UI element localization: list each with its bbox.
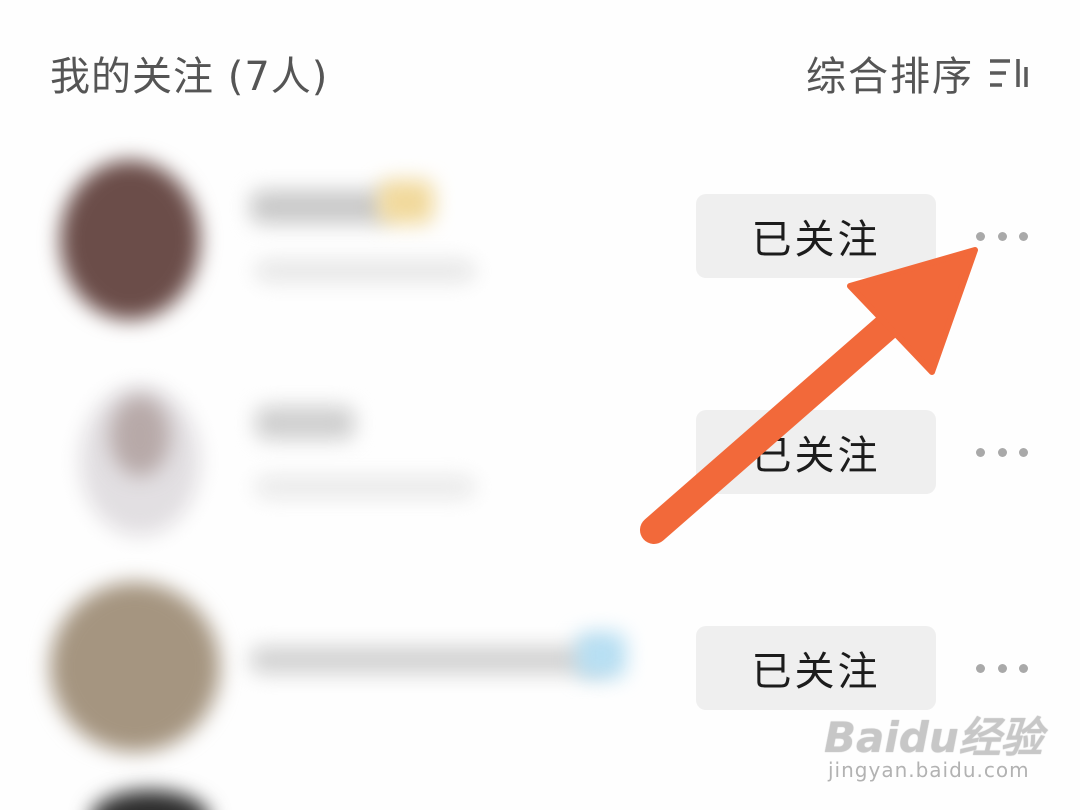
dot — [1019, 231, 1028, 241]
badge-placeholder — [378, 180, 434, 224]
name-placeholder — [255, 406, 355, 440]
page-title: 我的关注 (7人) — [50, 54, 329, 100]
watermark: Baidu经验 jingyan.baidu.com — [810, 690, 1050, 800]
sort-icon — [990, 59, 1028, 87]
name-placeholder — [250, 190, 390, 224]
badge-placeholder — [576, 632, 626, 678]
more-dots-icon[interactable] — [976, 224, 1028, 248]
desc-placeholder — [255, 260, 475, 282]
following-list-screen: 我的关注 (7人) 综合排序 已关注 已关注 已关注 Baidu经验 jingy… — [0, 0, 1080, 810]
watermark-brand: Baidu经验 — [824, 713, 1043, 762]
sort-button[interactable]: 综合排序 — [806, 44, 1032, 102]
avatar — [60, 160, 200, 320]
name-placeholder — [250, 646, 610, 674]
dot — [997, 663, 1007, 673]
following-button[interactable]: 已关注 — [696, 410, 936, 494]
dot — [976, 663, 985, 673]
dot — [997, 447, 1007, 457]
avatar-partial — [90, 790, 210, 810]
watermark-url: jingyan.baidu.com — [828, 758, 1030, 782]
list-item[interactable]: 已关注 — [0, 130, 1080, 346]
sort-label: 综合排序 — [806, 54, 974, 100]
dot — [997, 231, 1007, 241]
following-button[interactable]: 已关注 — [696, 194, 936, 278]
dot — [1019, 447, 1028, 457]
more-dots-icon[interactable] — [976, 656, 1028, 680]
avatar — [50, 582, 220, 752]
dot — [1019, 663, 1028, 673]
desc-placeholder — [255, 476, 475, 498]
list-item[interactable]: 已关注 — [0, 346, 1080, 562]
dot — [976, 447, 985, 457]
avatar-detail — [110, 396, 170, 476]
more-dots-icon[interactable] — [976, 440, 1028, 464]
header: 我的关注 (7人) 综合排序 — [0, 0, 1080, 140]
dot — [976, 231, 985, 241]
